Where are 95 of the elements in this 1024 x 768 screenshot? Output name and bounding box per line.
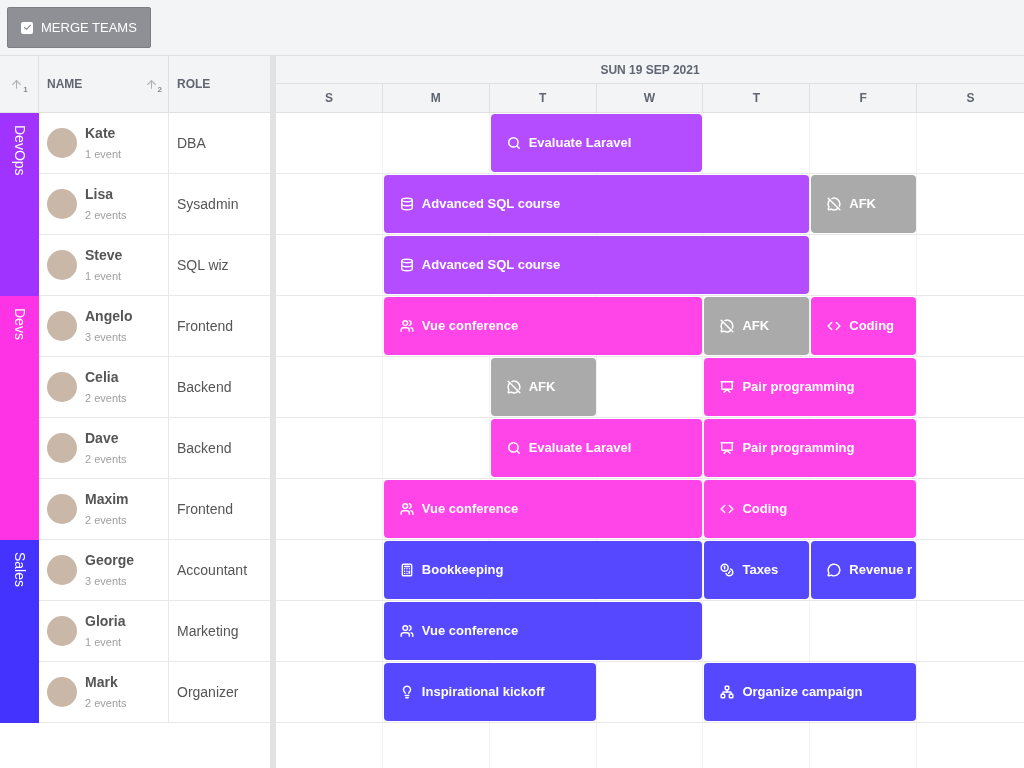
role-text: Frontend (177, 316, 234, 336)
avatar-placeholder (47, 677, 77, 707)
event-bar[interactable]: Inspirational kickoff (383, 663, 596, 721)
merge-teams-button[interactable]: MERGE TEAMS (7, 7, 151, 48)
people-icon (399, 624, 414, 638)
group-label: Devs (11, 308, 29, 340)
sort-arrow-icon[interactable] (144, 77, 158, 91)
person-name: Gloria (85, 612, 126, 632)
day-header: T (752, 90, 760, 107)
event-count: 3 events (85, 330, 128, 346)
database-icon (399, 197, 414, 211)
event-count: 2 events (85, 208, 127, 224)
event-count: 3 events (85, 574, 128, 590)
avatar-placeholder (47, 616, 77, 646)
avatar-placeholder (47, 311, 77, 341)
screen-icon (720, 380, 735, 394)
event-count: 2 events (85, 452, 127, 468)
crossed-chat-icon (506, 380, 521, 394)
event-bar[interactable]: AFK (704, 297, 810, 355)
crossed-chat-icon (827, 197, 842, 211)
screen-icon (720, 441, 735, 455)
sort-index: 1 (23, 84, 28, 96)
day-header: S (324, 90, 333, 107)
calculator-icon (399, 563, 414, 577)
role-text: Organizer (177, 682, 239, 702)
event-bar[interactable]: Pair programming (704, 358, 917, 416)
event-count: 1 event (85, 147, 122, 163)
group-label: Sales (11, 552, 29, 588)
role-text: Backend (177, 377, 232, 397)
chat-bubble-icon (827, 563, 842, 577)
date-heading: SUN 19 SEP 2021 (600, 61, 700, 79)
avatar-placeholder (47, 433, 77, 463)
event-bar[interactable]: Pair programming (704, 419, 917, 477)
event-bar[interactable]: Vue conference (383, 602, 703, 660)
avatar-placeholder (47, 372, 77, 402)
avatar-placeholder (47, 494, 77, 524)
event-bar[interactable]: Revenue r (811, 541, 917, 599)
event-count: 2 events (85, 391, 127, 407)
event-bar[interactable]: Vue conference (383, 480, 703, 538)
event-bar[interactable]: Coding (704, 480, 917, 538)
search-icon (506, 136, 521, 150)
day-header: S (966, 90, 975, 107)
event-bar[interactable]: Organize campaign (704, 663, 917, 721)
people-icon (399, 319, 414, 333)
column-header[interactable]: NAME (47, 75, 83, 93)
person-name: Mark (85, 673, 119, 693)
people-icon (399, 502, 414, 516)
person-name: George (85, 551, 134, 571)
event-bar[interactable]: AFK (490, 358, 596, 416)
person-name: Kate (85, 124, 117, 144)
avatar-placeholder (47, 555, 77, 585)
database-icon (399, 258, 414, 272)
avatar-placeholder (47, 128, 77, 158)
sort-index: 2 (157, 84, 162, 96)
event-bar[interactable]: Vue conference (383, 297, 703, 355)
hierarchy-icon (720, 685, 735, 699)
event-count: 1 event (85, 269, 123, 285)
event-count: 2 events (85, 513, 128, 529)
avatar-placeholder (47, 250, 77, 280)
code-icon (720, 502, 735, 516)
day-header: W (643, 90, 656, 107)
day-header: F (859, 90, 867, 107)
role-text: Sysadmin (177, 194, 239, 214)
event-bar[interactable]: Bookkeeping (383, 541, 703, 599)
role-text: SQL wiz (177, 255, 229, 275)
person-name: Lisa (85, 185, 114, 205)
code-icon (827, 319, 842, 333)
person-name: Celia (85, 368, 120, 388)
person-name: Maxim (85, 490, 129, 510)
person-name: Angelo (85, 307, 133, 327)
avatar-placeholder (47, 189, 77, 219)
event-bar[interactable]: Coding (811, 297, 917, 355)
person-name: Dave (85, 429, 120, 449)
event-bar[interactable]: Taxes (704, 541, 810, 599)
role-text: Frontend (177, 499, 234, 519)
column-header[interactable]: ROLE (177, 75, 211, 93)
event-count: 2 events (85, 696, 127, 712)
event-bar[interactable]: AFK (811, 175, 917, 233)
event-bar[interactable]: Advanced SQL course (383, 175, 810, 233)
coins-icon (720, 563, 735, 577)
event-bar[interactable]: Advanced SQL course (383, 236, 810, 294)
group-label: DevOps (11, 125, 29, 176)
event-bar[interactable]: Evaluate Laravel (490, 114, 703, 172)
role-text: DBA (177, 133, 206, 153)
role-text: Accountant (177, 560, 248, 580)
search-icon (506, 441, 521, 455)
crossed-chat-icon (720, 319, 735, 333)
event-bar[interactable]: Evaluate Laravel (490, 419, 703, 477)
role-text: Marketing (177, 621, 239, 641)
role-text: Backend (177, 438, 232, 458)
event-count: 1 event (85, 635, 123, 651)
person-name: Steve (85, 246, 123, 266)
sort-arrow-icon[interactable] (10, 77, 24, 91)
day-header: M (430, 90, 441, 107)
day-header: T (538, 90, 547, 107)
